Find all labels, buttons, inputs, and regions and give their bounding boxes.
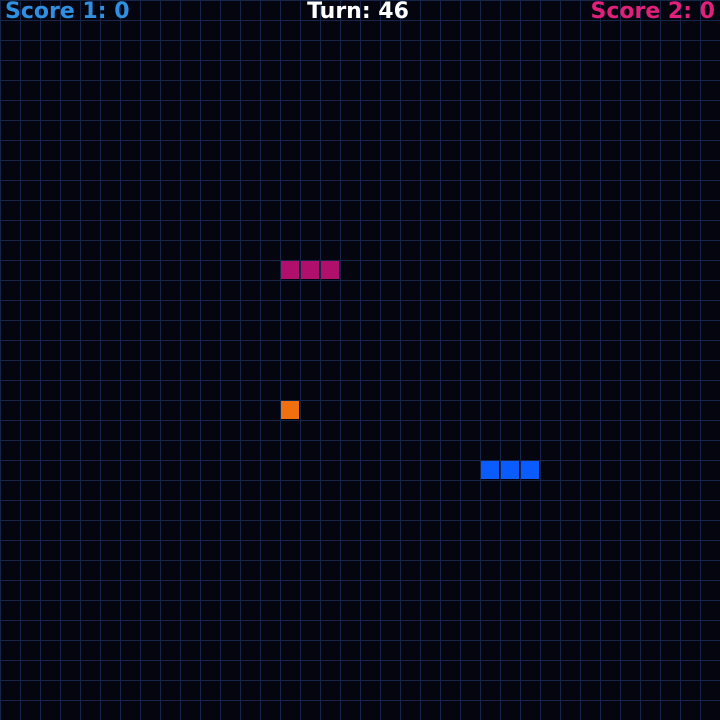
player-2-score: Score 2: 0 xyxy=(590,0,715,24)
player-2-snake-segment xyxy=(301,261,319,279)
player-1-snake-segment xyxy=(521,461,539,479)
player-2-snake-segment xyxy=(281,261,299,279)
player-1-snake-segment xyxy=(501,461,519,479)
game-board[interactable]: Score 1: 0 Turn: 46 Score 2: 0 xyxy=(0,0,720,720)
player-2-snake-segment xyxy=(321,261,339,279)
food-segment xyxy=(281,401,299,419)
player-1-snake-segment xyxy=(481,461,499,479)
